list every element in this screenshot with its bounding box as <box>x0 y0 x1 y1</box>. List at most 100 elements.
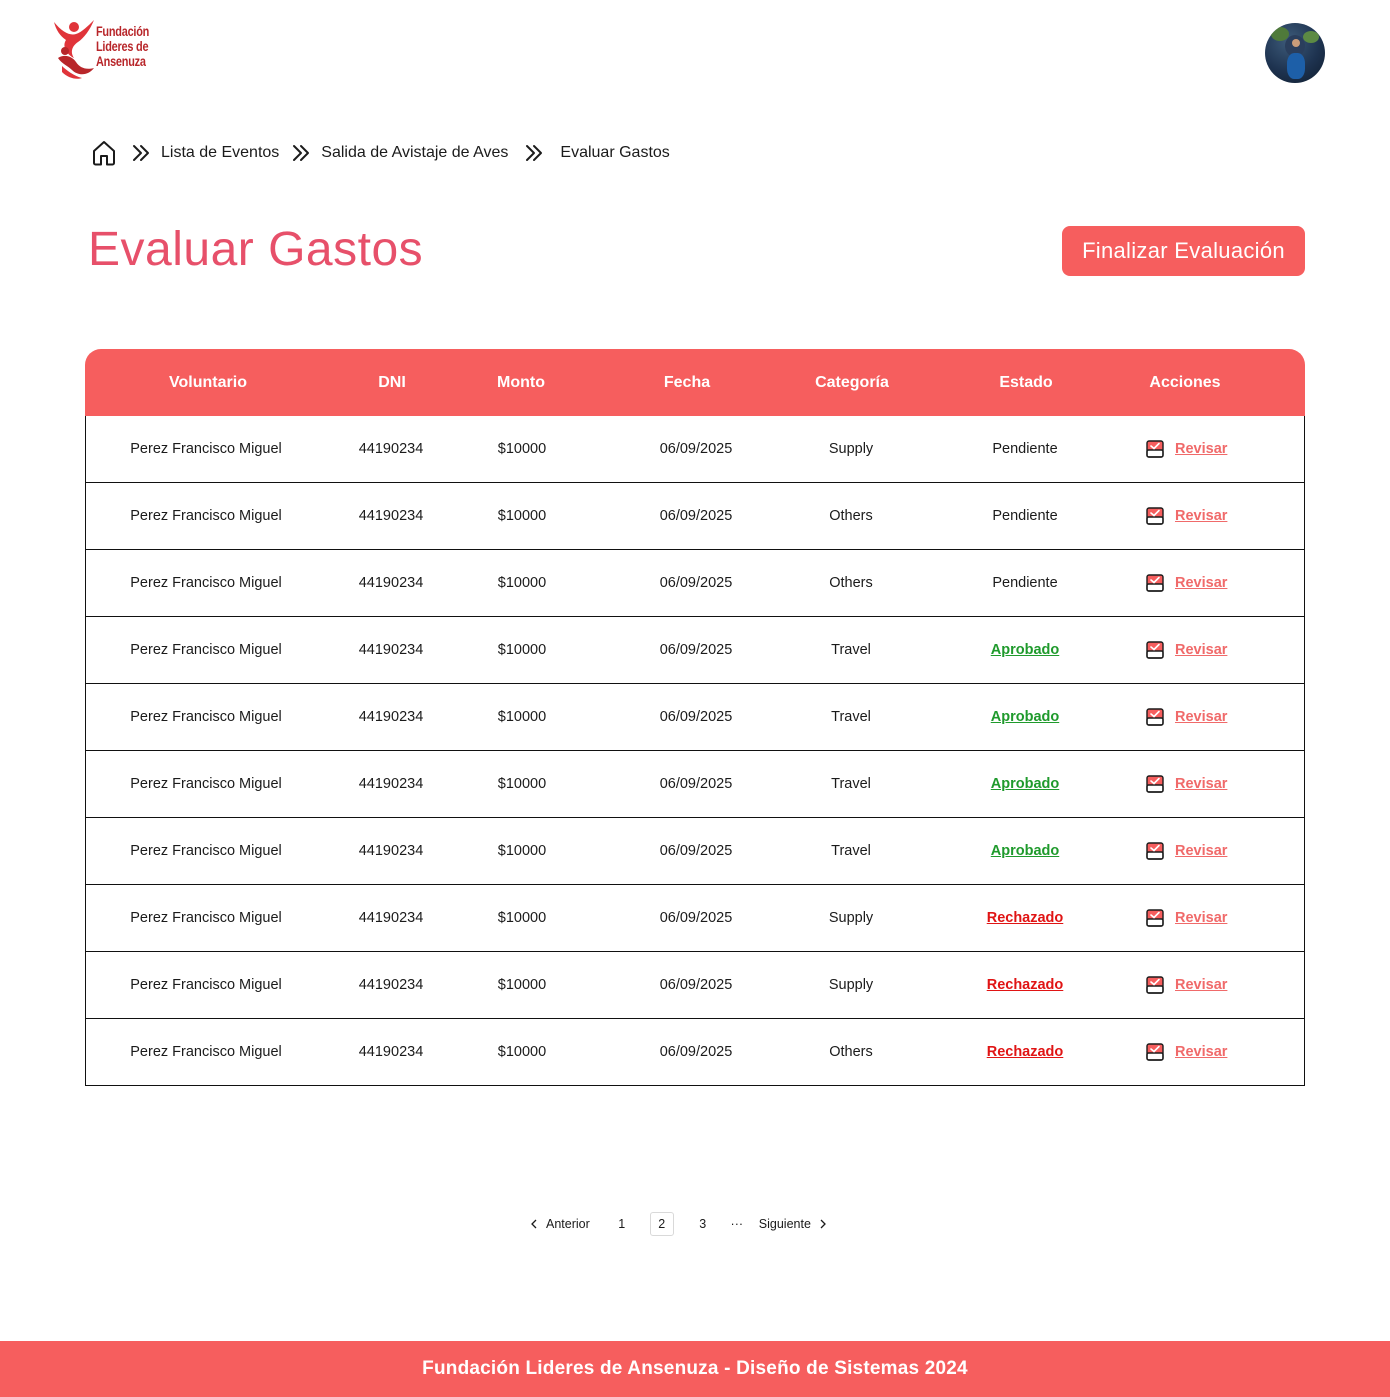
revisar-link[interactable]: Revisar <box>1175 1044 1227 1060</box>
status-rechazado-link[interactable]: Rechazado <box>987 885 1064 951</box>
table-row: Perez Francisco Miguel 44190234 $10000 06/0… <box>86 751 1304 818</box>
cell-voluntario: Perez Francisco Miguel <box>130 709 282 725</box>
checkbox-calendar-icon <box>1145 975 1165 995</box>
status-aprobado-link[interactable]: Aprobado <box>991 818 1059 884</box>
revisar-link[interactable]: Revisar <box>1175 709 1227 725</box>
checkbox-calendar-icon <box>1145 774 1165 794</box>
cell-dni: 44190234 <box>358 776 424 792</box>
page-2-button[interactable]: 2 <box>649 1212 674 1236</box>
status-pendiente: Pendiente <box>992 441 1058 457</box>
cell-monto: $10000 <box>497 709 547 725</box>
page-3-button[interactable]: 3 <box>691 1212 715 1236</box>
status-rechazado-link[interactable]: Rechazado <box>987 952 1064 1018</box>
brand-logo[interactable]: Fundación Lideres de Ansenuza <box>52 18 152 84</box>
column-header-voluntario[interactable]: Voluntario <box>169 349 247 416</box>
status-aprobado-link[interactable]: Aprobado <box>991 684 1059 750</box>
revisar-link[interactable]: Revisar <box>1175 508 1227 524</box>
footer: Fundación Lideres de Ansenuza - Diseño d… <box>0 1341 1390 1397</box>
cell-categoria: Travel <box>831 709 871 725</box>
revisar-link[interactable]: Revisar <box>1175 776 1227 792</box>
revisar-link[interactable]: Revisar <box>1175 843 1227 859</box>
home-icon[interactable] <box>91 139 117 167</box>
table-body: Perez Francisco Miguel 44190234 $10000 06/0… <box>85 416 1305 1086</box>
cell-monto: $10000 <box>497 575 547 591</box>
status-aprobado-link[interactable]: Aprobado <box>991 751 1059 817</box>
cell-categoria: Travel <box>831 642 871 658</box>
double-chevron-right-icon <box>131 143 151 163</box>
status-rechazado-link[interactable]: Rechazado <box>987 1019 1064 1085</box>
checkbox-calendar-icon <box>1145 506 1165 526</box>
checkbox-calendar-icon <box>1145 1042 1165 1062</box>
checkbox-calendar-icon <box>1145 573 1165 593</box>
checkbox-calendar-icon <box>1145 640 1165 660</box>
cell-fecha: 06/09/2025 <box>659 575 733 591</box>
revisar-link[interactable]: Revisar <box>1175 642 1227 658</box>
cell-dni: 44190234 <box>358 642 424 658</box>
revisar-action[interactable]: Revisar <box>1145 416 1227 482</box>
chevron-right-icon <box>820 1219 826 1229</box>
cell-fecha: 06/09/2025 <box>659 843 733 859</box>
revisar-action[interactable]: Revisar <box>1145 885 1227 951</box>
checkbox-calendar-icon <box>1145 908 1165 928</box>
cell-voluntario: Perez Francisco Miguel <box>130 843 282 859</box>
previous-page-label: Anterior <box>546 1217 590 1231</box>
table-header: Voluntario DNI Monto Fecha Categoría Est… <box>85 349 1305 416</box>
table-row: Perez Francisco Miguel 44190234 $10000 06/0… <box>86 952 1304 1019</box>
revisar-link[interactable]: Revisar <box>1175 910 1227 926</box>
cell-categoria: Travel <box>831 776 871 792</box>
table-row: Perez Francisco Miguel 44190234 $10000 06/0… <box>86 617 1304 684</box>
revisar-link[interactable]: Revisar <box>1175 575 1227 591</box>
breadcrumb-item-lista-de-eventos[interactable]: Lista de Eventos <box>161 144 279 162</box>
revisar-action[interactable]: Revisar <box>1145 550 1227 616</box>
revisar-link[interactable]: Revisar <box>1175 977 1227 993</box>
revisar-link[interactable]: Revisar <box>1175 441 1227 457</box>
revisar-action[interactable]: Revisar <box>1145 818 1227 884</box>
breadcrumb-item-current: Evaluar Gastos <box>560 144 670 161</box>
cell-dni: 44190234 <box>358 575 424 591</box>
breadcrumb-item-salida-de-avistaje[interactable]: Salida de Avistaje de Aves <box>321 144 508 162</box>
next-page-button[interactable]: Siguiente <box>759 1217 827 1231</box>
column-header-monto[interactable]: Monto <box>497 349 545 416</box>
cell-fecha: 06/09/2025 <box>659 508 733 524</box>
chevron-left-icon <box>531 1219 537 1229</box>
user-avatar[interactable] <box>1265 23 1325 83</box>
cell-voluntario: Perez Francisco Miguel <box>130 910 282 926</box>
cell-fecha: 06/09/2025 <box>659 642 733 658</box>
status-pendiente: Pendiente <box>992 508 1058 524</box>
logo-figure-icon <box>54 20 94 79</box>
finalizar-evaluacion-button[interactable]: Finalizar Evaluación <box>1062 226 1305 276</box>
column-header-dni[interactable]: DNI <box>378 349 406 416</box>
cell-monto: $10000 <box>497 977 547 993</box>
table-row: Perez Francisco Miguel 44190234 $10000 06/0… <box>86 1019 1304 1086</box>
cell-fecha: 06/09/2025 <box>659 776 733 792</box>
status-aprobado-link[interactable]: Aprobado <box>991 617 1059 683</box>
table-row: Perez Francisco Miguel 44190234 $10000 06/0… <box>86 885 1304 952</box>
cell-categoria: Travel <box>831 843 871 859</box>
cell-dni: 44190234 <box>358 441 424 457</box>
previous-page-button[interactable]: Anterior <box>530 1217 590 1231</box>
revisar-action[interactable]: Revisar <box>1145 1019 1227 1085</box>
page-1-button[interactable]: 1 <box>610 1212 634 1236</box>
cell-monto: $10000 <box>497 910 547 926</box>
cell-voluntario: Perez Francisco Miguel <box>130 1044 282 1060</box>
table-row: Perez Francisco Miguel 44190234 $10000 06/0… <box>86 550 1304 617</box>
cell-dni: 44190234 <box>358 843 424 859</box>
revisar-action[interactable]: Revisar <box>1145 617 1227 683</box>
revisar-action[interactable]: Revisar <box>1145 684 1227 750</box>
cell-dni: 44190234 <box>358 910 424 926</box>
column-header-categoria[interactable]: Categoría <box>815 349 889 416</box>
cell-monto: $10000 <box>497 642 547 658</box>
table-row: Perez Francisco Miguel 44190234 $10000 06/0… <box>86 416 1304 483</box>
revisar-action[interactable]: Revisar <box>1145 952 1227 1018</box>
table-row: Perez Francisco Miguel 44190234 $10000 06/0… <box>86 483 1304 550</box>
column-header-fecha[interactable]: Fecha <box>664 349 710 416</box>
revisar-action[interactable]: Revisar <box>1145 751 1227 817</box>
logo-line: Fundación <box>96 23 150 39</box>
column-header-estado[interactable]: Estado <box>999 349 1052 416</box>
cell-voluntario: Perez Francisco Miguel <box>130 776 282 792</box>
cell-categoria: Supply <box>828 441 874 457</box>
cell-categoria: Supply <box>828 977 874 993</box>
table-row: Perez Francisco Miguel 44190234 $10000 06/0… <box>86 684 1304 751</box>
cell-voluntario: Perez Francisco Miguel <box>130 575 282 591</box>
revisar-action[interactable]: Revisar <box>1145 483 1227 549</box>
